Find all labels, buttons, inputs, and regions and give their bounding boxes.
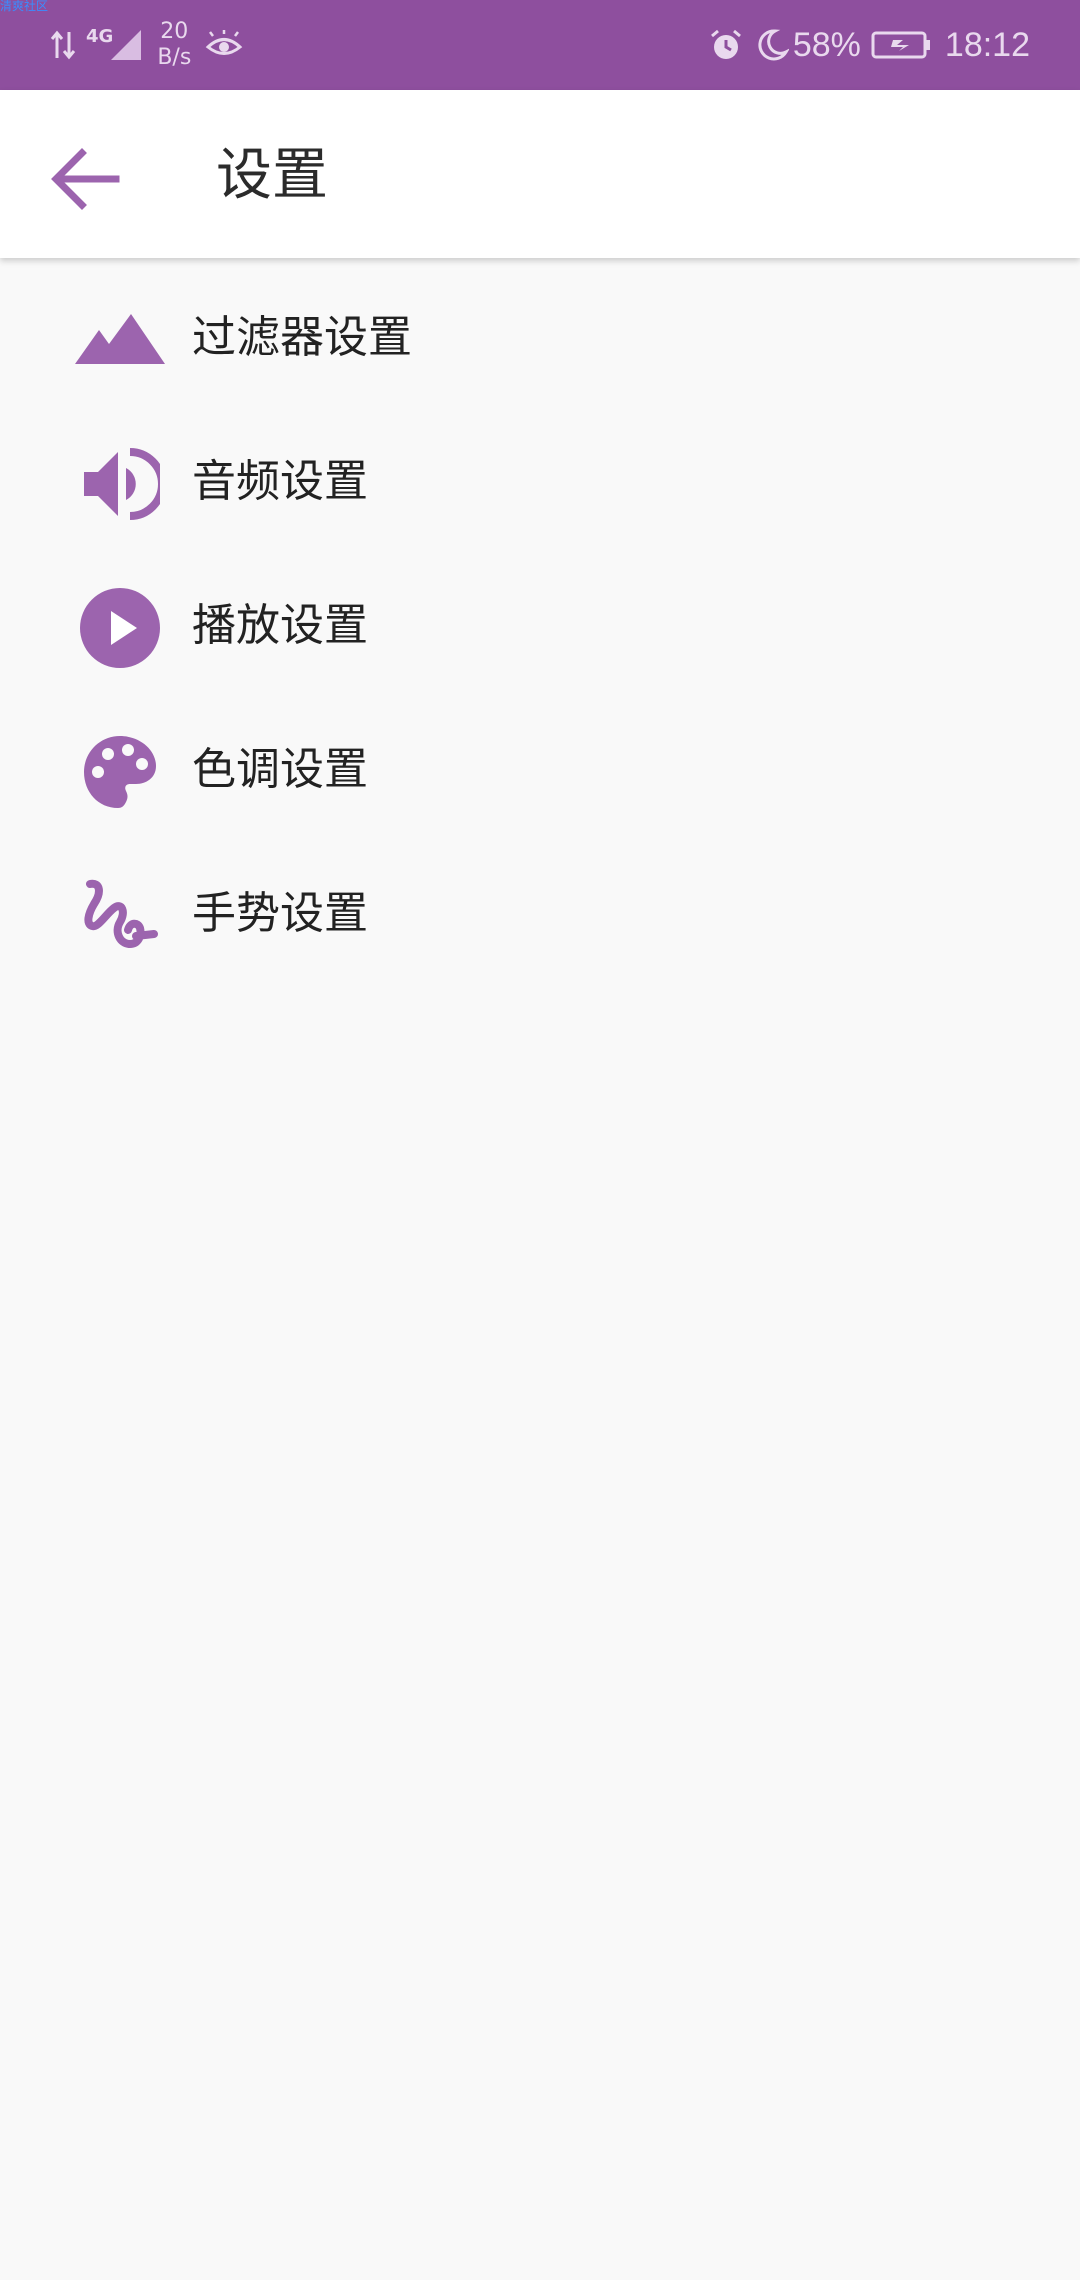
back-button[interactable] bbox=[40, 134, 130, 224]
settings-item-label: 音频设置 bbox=[192, 456, 368, 507]
settings-list: 过滤器设置 音频设置 播放设置 色调设置 手势设置 bbox=[0, 258, 1080, 978]
battery-percent: 58% bbox=[792, 25, 861, 64]
alarm-icon bbox=[709, 28, 743, 62]
eye-icon bbox=[205, 30, 243, 60]
network-speed: 20 B/s bbox=[157, 19, 191, 71]
status-bar-right: 58% 18:12 bbox=[709, 0, 1030, 90]
volume-icon bbox=[74, 438, 166, 530]
speed-unit: B/s bbox=[157, 45, 192, 70]
settings-item-label: 过滤器设置 bbox=[192, 312, 412, 363]
signal-icon bbox=[109, 28, 143, 62]
settings-item-label: 播放设置 bbox=[192, 600, 368, 651]
clock-time: 18:12 bbox=[944, 25, 1030, 64]
settings-item-label: 手势设置 bbox=[192, 888, 368, 939]
battery-icon bbox=[871, 30, 931, 60]
data-arrows-icon bbox=[50, 28, 76, 62]
speed-value: 20 bbox=[160, 19, 189, 44]
settings-item-filter[interactable]: 过滤器设置 bbox=[0, 258, 1080, 402]
settings-item-gesture[interactable]: 手势设置 bbox=[0, 834, 1080, 978]
mountain-icon bbox=[74, 294, 166, 386]
status-bar: 清爽社区 4G 20 B/s 58% 18:12 bbox=[0, 0, 1080, 90]
arrow-left-icon bbox=[50, 147, 120, 211]
settings-item-label: 色调设置 bbox=[192, 744, 368, 795]
app-bar: 设置 bbox=[0, 90, 1080, 258]
play-circle-icon bbox=[74, 582, 166, 674]
settings-item-playback[interactable]: 播放设置 bbox=[0, 546, 1080, 690]
settings-item-audio[interactable]: 音频设置 bbox=[0, 402, 1080, 546]
watermark-text: 清爽社区 bbox=[0, 0, 49, 13]
gesture-icon bbox=[74, 870, 166, 962]
status-bar-left: 4G 20 B/s bbox=[50, 0, 243, 90]
settings-item-color[interactable]: 色调设置 bbox=[0, 690, 1080, 834]
palette-icon bbox=[74, 726, 166, 818]
moon-icon bbox=[755, 28, 789, 62]
page-title: 设置 bbox=[216, 143, 328, 208]
